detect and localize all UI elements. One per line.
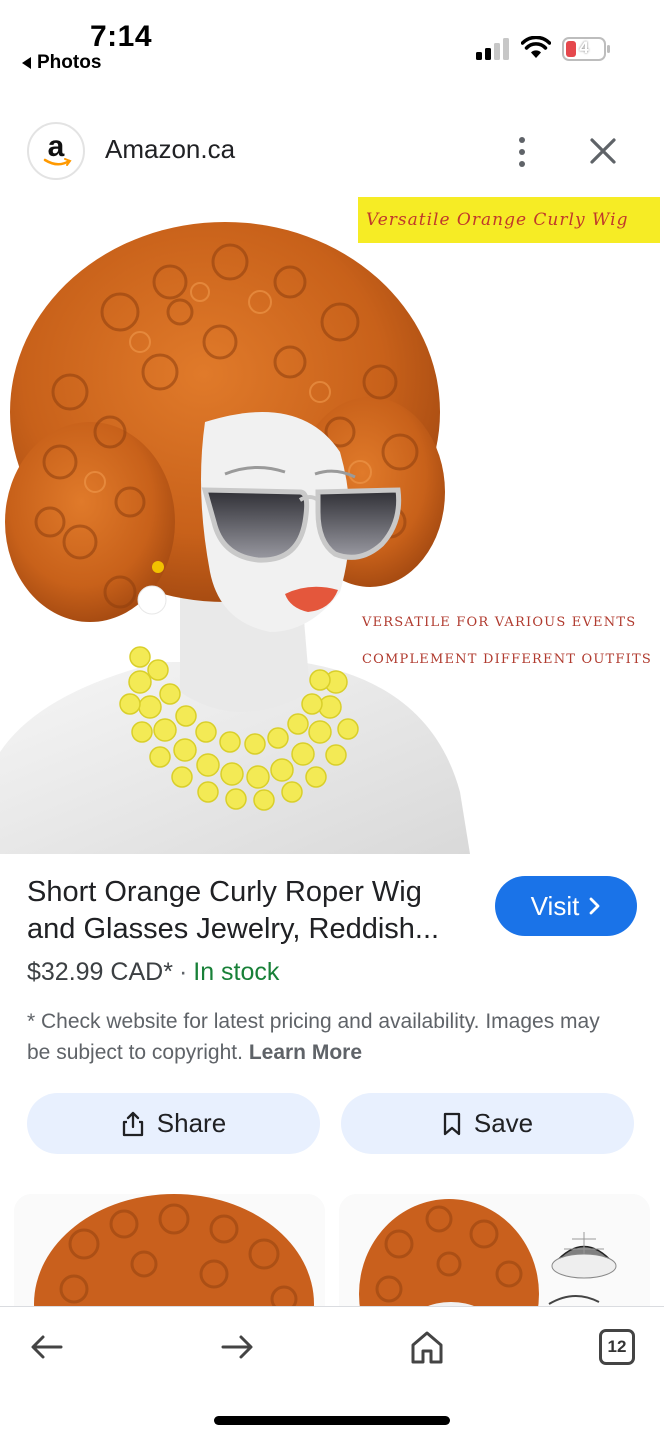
battery-level: 4	[579, 38, 589, 57]
wifi-icon	[521, 36, 551, 58]
visit-label: Visit	[530, 890, 580, 921]
related-result-thumbnail[interactable]	[14, 1194, 325, 1324]
tabs-button[interactable]: 12	[595, 1325, 639, 1369]
price-separator: ·	[178, 958, 188, 986]
more-vert-icon	[519, 137, 525, 143]
arrow-right-icon	[221, 1335, 253, 1359]
more-vert-dot	[519, 161, 525, 167]
share-button[interactable]: Share	[27, 1093, 320, 1154]
product-price: $32.99 CAD*	[27, 958, 173, 986]
site-header: a Amazon.ca	[0, 112, 664, 190]
more-options-button[interactable]	[504, 130, 540, 174]
forward-button[interactable]	[215, 1325, 259, 1369]
back-button[interactable]	[25, 1325, 69, 1369]
share-label: Share	[156, 1108, 227, 1138]
battery-icon: 4	[562, 37, 610, 61]
wig-mannequin-image	[0, 222, 470, 854]
related-wig-cap-image	[339, 1194, 650, 1324]
amazon-favicon[interactable]: a	[27, 122, 85, 180]
visit-button[interactable]: Visit	[495, 876, 637, 936]
pricing-disclaimer: * Check website for latest pricing and a…	[27, 1006, 627, 1068]
home-indicator	[214, 1416, 450, 1425]
cellular-signal-icon	[476, 38, 509, 60]
image-caption-line-1: VERSATILE FOR VARIOUS EVENTS	[362, 615, 637, 630]
product-title[interactable]: Short Orange Curly Roper Wig and Glasses…	[27, 874, 467, 948]
chevron-right-icon	[589, 897, 600, 915]
back-app-label: Photos	[37, 52, 102, 73]
back-triangle-icon	[22, 57, 31, 69]
close-icon[interactable]	[584, 132, 622, 170]
price-line: $32.99 CAD* · In stock	[27, 958, 279, 987]
tab-count-badge: 12	[599, 1329, 635, 1365]
image-caption-line-2: COMPLEMENT DIFFERENT OUTFITS	[362, 652, 652, 667]
site-name[interactable]: Amazon.ca	[105, 134, 235, 165]
back-to-photos-button[interactable]: Photos	[22, 52, 101, 74]
stock-status: In stock	[193, 958, 280, 986]
more-vert-dot	[519, 149, 525, 155]
status-bar: 7:14 Photos 4	[0, 0, 664, 88]
home-button[interactable]	[405, 1325, 449, 1369]
learn-more-link[interactable]: Learn More	[249, 1041, 362, 1064]
image-banner: Versatile Orange Curly Wig	[358, 197, 660, 243]
status-time: 7:14	[90, 20, 153, 53]
image-banner-text: Versatile Orange Curly Wig	[366, 210, 629, 230]
home-icon	[411, 1331, 443, 1364]
amazon-smile-icon	[43, 158, 72, 166]
bookmark-icon	[443, 1112, 461, 1135]
related-result-thumbnail[interactable]	[339, 1194, 650, 1324]
related-wig-image	[14, 1194, 325, 1324]
share-icon	[122, 1111, 143, 1136]
save-label: Save	[473, 1108, 534, 1138]
arrow-left-icon	[31, 1335, 63, 1359]
product-image[interactable]: Versatile Orange Curly Wig VERSATILE FOR…	[0, 192, 664, 854]
save-button[interactable]: Save	[341, 1093, 634, 1154]
